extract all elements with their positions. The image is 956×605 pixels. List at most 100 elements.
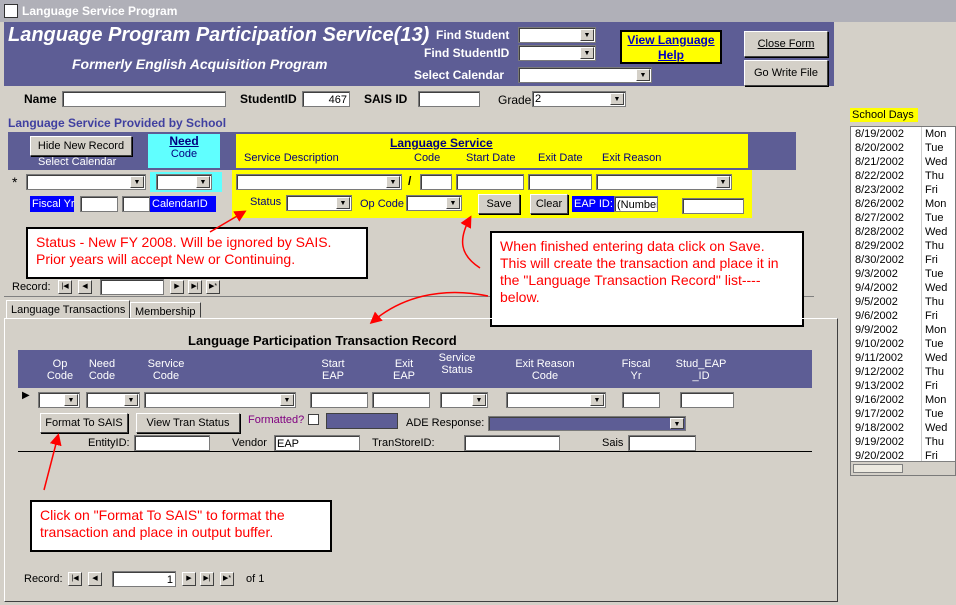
record-nav-prev-icon[interactable]: ◀ (88, 572, 102, 586)
dropdown-arrow-icon[interactable]: ▼ (280, 394, 294, 406)
dropdown-arrow-icon[interactable]: ▼ (580, 29, 594, 41)
view-language-help-button[interactable]: View Language Help (620, 30, 722, 64)
app-system-icon[interactable] (4, 4, 18, 18)
studentid-field[interactable]: 467 (302, 91, 350, 107)
record-nav-next-icon[interactable]: ▶ (170, 280, 184, 294)
op-code-combo[interactable]: ▼ (406, 195, 462, 211)
dropdown-arrow-icon[interactable]: ▼ (590, 394, 604, 406)
exit-reason-combo[interactable]: ▼ (596, 174, 732, 190)
go-write-file-button[interactable]: Go Write File (744, 60, 828, 86)
format-to-sais-button[interactable]: Format To SAIS (40, 413, 128, 433)
exit-eap-field[interactable] (372, 392, 430, 408)
record-nav-last-icon[interactable]: ▶| (188, 280, 202, 294)
record-nav-first-icon[interactable]: |◀ (58, 280, 72, 294)
school-day-row[interactable]: 9/20/2002 Fri (851, 449, 955, 461)
school-days-scroll-thumb[interactable] (853, 464, 903, 473)
transaction-record-field[interactable]: 1 (112, 571, 176, 587)
school-day-row[interactable]: 9/12/2002 Thu (851, 365, 955, 379)
school-day-row[interactable]: 9/18/2002 Wed (851, 421, 955, 435)
find-studentid-combo[interactable]: ▼ (518, 45, 596, 61)
need-code-combo[interactable]: ▼ (156, 174, 212, 190)
record-selector-icon[interactable]: ▶ (22, 390, 30, 401)
service-description-combo[interactable]: ▼ (236, 174, 402, 190)
hide-new-record-button[interactable]: Hide New Record (30, 136, 132, 156)
school-day-row[interactable]: 9/6/2002 Fri (851, 309, 955, 323)
op-code-combo-row[interactable]: ▼ (38, 392, 80, 408)
fiscal-yr-field[interactable] (80, 196, 118, 212)
dropdown-arrow-icon[interactable]: ▼ (386, 176, 400, 188)
dropdown-arrow-icon[interactable]: ▼ (446, 197, 460, 209)
school-day-row[interactable]: 9/16/2002 Mon (851, 393, 955, 407)
close-form-button[interactable]: Close Form (744, 31, 828, 57)
entityid-field[interactable] (134, 435, 210, 451)
exit-date-field[interactable] (528, 174, 592, 190)
school-day-row[interactable]: 8/27/2002 Tue (851, 211, 955, 225)
vendor-field[interactable]: EAP (274, 435, 360, 451)
dropdown-arrow-icon[interactable]: ▼ (196, 176, 210, 188)
eap-extra-field[interactable] (682, 198, 744, 214)
sais-id-field[interactable] (418, 91, 480, 107)
record-nav-last-icon[interactable]: ▶| (200, 572, 214, 586)
service-code-combo-row[interactable]: ▼ (144, 392, 296, 408)
tab-language-transactions[interactable]: Language Transactions (6, 300, 131, 318)
dropdown-arrow-icon[interactable]: ▼ (610, 93, 624, 105)
dropdown-arrow-icon[interactable]: ▼ (124, 394, 138, 406)
dropdown-arrow-icon[interactable]: ▼ (580, 47, 594, 59)
school-day-row[interactable]: 8/19/2002 Mon (851, 127, 955, 141)
school-day-row[interactable]: 8/29/2002 Thu (851, 239, 955, 253)
code-field[interactable] (420, 174, 452, 190)
calendar-combo[interactable]: ▼ (26, 174, 146, 190)
eap-id-field[interactable]: (Number) (614, 196, 658, 212)
school-days-scrollbar[interactable] (851, 461, 955, 475)
school-day-row[interactable]: 9/10/2002 Tue (851, 337, 955, 351)
dropdown-arrow-icon[interactable]: ▼ (716, 176, 730, 188)
select-calendar-combo[interactable]: ▼ (518, 67, 652, 83)
sais-field[interactable] (628, 435, 696, 451)
school-day-row[interactable]: 8/23/2002 Fri (851, 183, 955, 197)
record-nav-next-icon[interactable]: ▶ (182, 572, 196, 586)
school-day-row[interactable]: 9/4/2002 Wed (851, 281, 955, 295)
school-day-row[interactable]: 8/30/2002 Fri (851, 253, 955, 267)
calendarid-field[interactable] (122, 196, 150, 212)
school-day-row[interactable]: 8/20/2002 Tue (851, 141, 955, 155)
formatted-checkbox[interactable] (308, 414, 319, 425)
school-day-row[interactable]: 8/28/2002 Wed (851, 225, 955, 239)
school-day-row[interactable]: 9/13/2002 Fri (851, 379, 955, 393)
stud-eap-id-field[interactable] (680, 392, 734, 408)
start-date-field[interactable] (456, 174, 524, 190)
school-day-row[interactable]: 9/11/2002 Wed (851, 351, 955, 365)
dropdown-arrow-icon[interactable]: ▼ (636, 69, 650, 81)
student-name-field[interactable] (62, 91, 226, 107)
service-record-field[interactable] (100, 279, 164, 295)
school-day-row[interactable]: 9/17/2002 Tue (851, 407, 955, 421)
fiscal-yr-field-row[interactable] (622, 392, 660, 408)
start-eap-field[interactable] (310, 392, 368, 408)
dropdown-arrow-icon[interactable]: ▼ (130, 176, 144, 188)
exit-reason-code-combo-row[interactable]: ▼ (506, 392, 606, 408)
school-day-row[interactable]: 9/5/2002 Thu (851, 295, 955, 309)
dropdown-arrow-icon[interactable]: ▼ (64, 394, 78, 406)
clear-button[interactable]: Clear (530, 194, 568, 214)
school-day-row[interactable]: 8/21/2002 Wed (851, 155, 955, 169)
record-nav-prev-icon[interactable]: ◀ (78, 280, 92, 294)
tab-membership[interactable]: Membership (130, 302, 201, 318)
dropdown-arrow-icon[interactable]: ▼ (472, 394, 486, 406)
save-button[interactable]: Save (478, 194, 520, 214)
grade-combo[interactable]: 2 ▼ (532, 91, 626, 107)
school-day-row[interactable]: 8/22/2002 Thu (851, 169, 955, 183)
school-days-list[interactable]: 8/19/2002 Mon 8/20/2002 Tue 8/21/2002 Wed 8/22… (850, 126, 956, 476)
record-nav-new-icon[interactable]: ▶* (220, 572, 234, 586)
status-combo[interactable]: ▼ (286, 195, 352, 211)
find-student-combo[interactable]: ▼ (518, 27, 596, 43)
dropdown-arrow-icon[interactable]: ▼ (670, 418, 684, 429)
school-day-row[interactable]: 9/3/2002 Tue (851, 267, 955, 281)
transtoreid-field[interactable] (464, 435, 560, 451)
ade-response-combo[interactable]: ▼ (488, 416, 686, 431)
need-code-combo-row[interactable]: ▼ (86, 392, 140, 408)
school-day-row[interactable]: 8/26/2002 Mon (851, 197, 955, 211)
school-day-row[interactable]: 9/19/2002 Thu (851, 435, 955, 449)
dropdown-arrow-icon[interactable]: ▼ (336, 197, 350, 209)
record-nav-first-icon[interactable]: |◀ (68, 572, 82, 586)
service-status-combo-row[interactable]: ▼ (440, 392, 488, 408)
view-tran-status-button[interactable]: View Tran Status (136, 413, 240, 433)
